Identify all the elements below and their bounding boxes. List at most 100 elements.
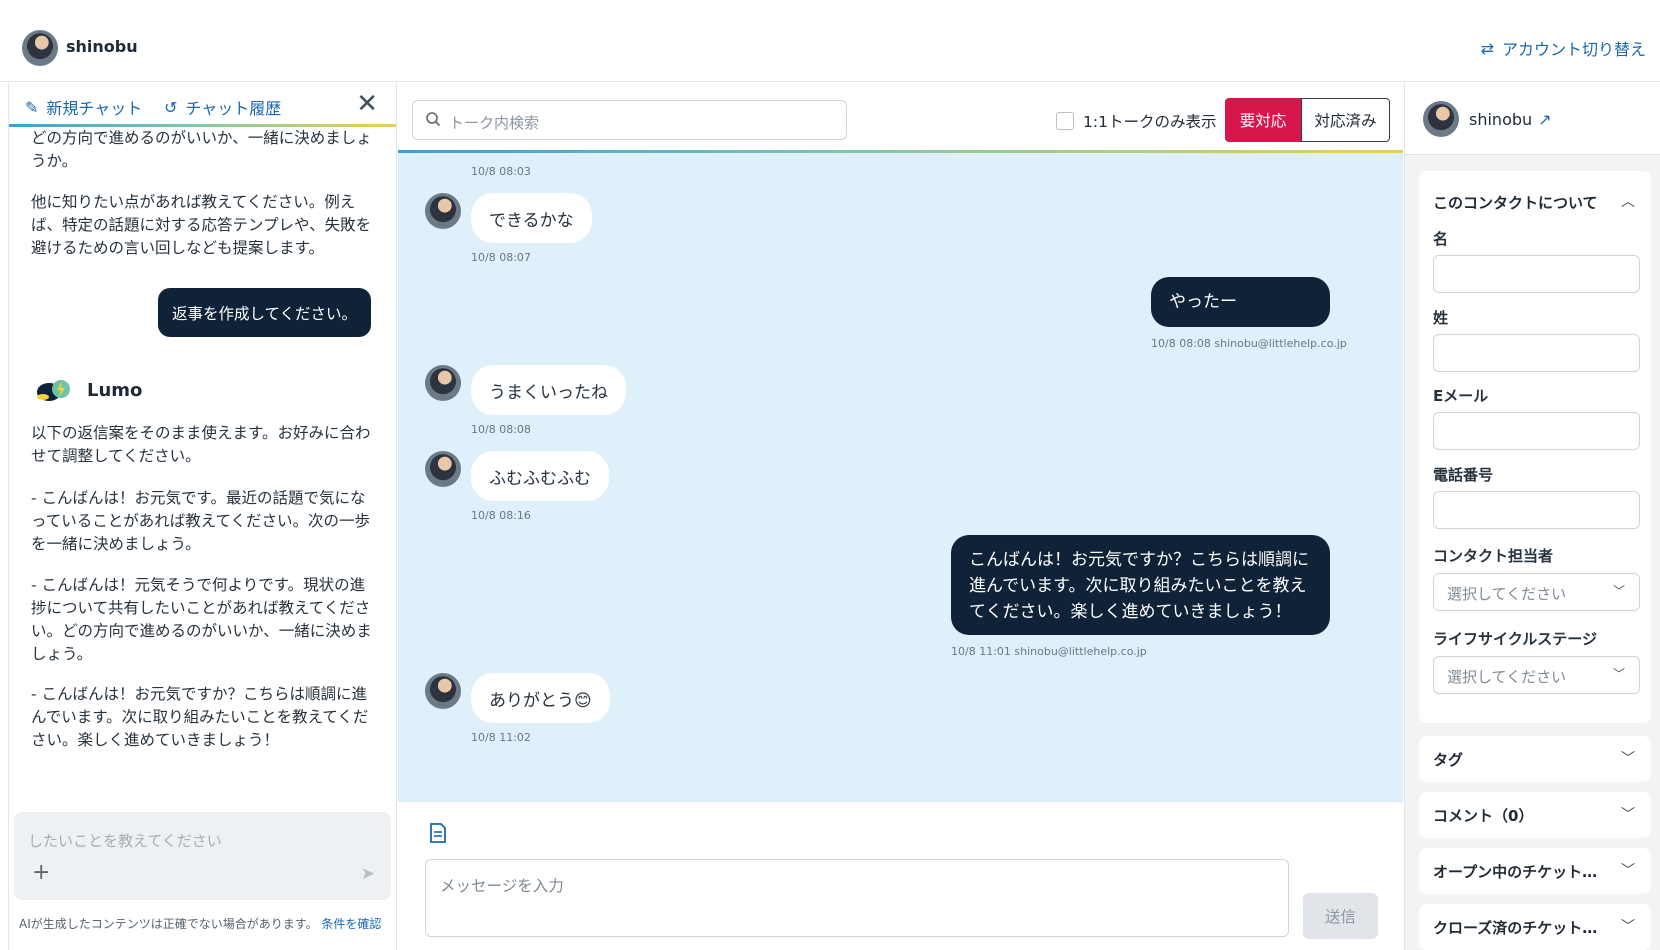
ai-message-text: 他に知りたい点があれば教えてください。例えば、特定の話題に対する応答テンプレや、…: [31, 193, 372, 257]
tags-title: タグ: [1433, 751, 1464, 769]
ai-reply-option: - こんばんは！お元気ですか？こちらは順調に進んでいます。次に取り組みたいことを…: [31, 685, 369, 749]
chevron-up-icon[interactable]: ︿: [1621, 191, 1635, 211]
closed-tickets-section[interactable]: クローズ済のチケット… ﹀: [1419, 904, 1651, 950]
message-timestamp: 10/8 08:08: [471, 423, 531, 436]
tab-new-chat[interactable]: ✎ 新規チャット: [25, 95, 142, 119]
message-placeholder: メッセージを入力: [440, 877, 564, 895]
contact-avatar: [425, 365, 461, 401]
chevron-down-icon: ﹀: [1612, 584, 1625, 598]
contact-avatar: [425, 451, 461, 487]
last-name-field[interactable]: [1433, 334, 1640, 372]
lifecycle-select[interactable]: 選択してください ﹀: [1433, 656, 1640, 694]
conversation-panel: トーク内検索 1:1トークのみ表示 要対応 対応済み 10/8 08:03 でき…: [398, 83, 1403, 950]
message-timestamp: 10/8 11:01 shinobu@littlehelp.co.jp: [951, 645, 1147, 658]
owner-select[interactable]: 選択してください ﹀: [1433, 573, 1640, 611]
tags-section[interactable]: タグ ﹀: [1419, 736, 1651, 782]
owner-label: コンタクト担当者: [1433, 547, 1554, 565]
ai-disclaimer: AIが生成したコンテンツは正確でない場合があります。 条件を確認: [19, 915, 381, 932]
message-timestamp: 10/8 11:02: [471, 731, 531, 744]
prompt-placeholder: したいことを教えてください: [28, 832, 222, 850]
history-icon: ↺: [164, 97, 178, 117]
terms-link[interactable]: 条件を確認: [321, 917, 381, 931]
document-icon[interactable]: [428, 822, 448, 844]
contact-panel: shinobu ↗ このコンタクトについて ︿ 名 姓 Eメール 電話番号 コン…: [1404, 83, 1660, 950]
email-field[interactable]: [1433, 412, 1640, 450]
assistant-conversation[interactable]: どの方向で進めるのがいいか、一緒に決めましょうか。 他に知りたい点があれば教えて…: [9, 127, 396, 892]
contact-avatar: [425, 193, 461, 229]
phone-label: 電話番号: [1433, 466, 1494, 484]
username: shinobu: [66, 37, 138, 56]
tab-chat-history-label: チャット履歴: [185, 99, 282, 118]
open-tickets-title: オープン中のチケット…: [1433, 863, 1598, 881]
chevron-down-icon: ﹀: [1612, 667, 1625, 681]
message-composer: メッセージを入力 送信: [398, 801, 1403, 950]
chevron-down-icon: ﹀: [1621, 807, 1635, 823]
switch-account-link[interactable]: ⇄ アカウント切り替え: [1481, 36, 1646, 60]
user-message-bubble: 返事を作成してください。: [158, 288, 371, 337]
search-icon: [426, 112, 441, 127]
ai-message-text: どの方向で進めるのがいいか、一緒に決めましょうか。: [31, 129, 372, 170]
owner-select-value: 選択してください: [1447, 585, 1567, 603]
comments-section[interactable]: コメント（0） ﹀: [1419, 792, 1651, 838]
open-tickets-section[interactable]: オープン中のチケット… ﹀: [1419, 848, 1651, 894]
assistant-tabs: ✎ 新規チャット ↺ チャット履歴 ✕: [9, 83, 396, 127]
lifecycle-label: ライフサイクルステージ: [1433, 630, 1597, 648]
ai-assistant-panel: ✎ 新規チャット ↺ チャット履歴 ✕ どの方向で進めるのがいいか、一緒に決めま…: [8, 83, 397, 950]
needs-action-button[interactable]: 要対応: [1225, 98, 1301, 142]
ai-reply-option: - こんばんは！元気そうで何よりです。現状の進捗について共有したいことがあれば教…: [31, 576, 372, 663]
conversation-toolbar: トーク内検索 1:1トークのみ表示 要対応 対応済み: [398, 83, 1403, 153]
message-timestamp: 10/8 08:16: [471, 509, 531, 522]
top-bar: shinobu ⇄ アカウント切り替え: [0, 0, 1660, 82]
ai-reply-intro: 以下の返信案をそのまま使えます。お好みに合わせて調整してください。: [31, 424, 371, 465]
outgoing-message: こんばんは！お元気ですか？こちらは順調に進んでいます。次に取り組みたいことを教え…: [951, 535, 1330, 635]
message-input[interactable]: メッセージを入力: [425, 859, 1289, 937]
send-button[interactable]: 送信: [1303, 893, 1378, 939]
close-icon[interactable]: ✕: [356, 89, 378, 119]
ai-reply-option: - こんばんは！お元気です。最近の話題で気になっていることがあれば教えてください…: [31, 489, 370, 553]
external-link-icon: ↗: [1538, 110, 1552, 129]
last-name-label: 姓: [1433, 309, 1449, 327]
contact-about-card: このコンタクトについて ︿ 名 姓 Eメール 電話番号 コンタクト担当者 選択し…: [1419, 171, 1651, 723]
bot-name: Lumo: [87, 379, 143, 401]
contact-name: shinobu: [1469, 110, 1533, 129]
message-timestamp: 10/8 08:08 shinobu@littlehelp.co.jp: [1151, 337, 1347, 350]
user-avatar[interactable]: [22, 30, 58, 66]
phone-field[interactable]: [1433, 491, 1640, 529]
incoming-message: ありがとう😊: [471, 673, 610, 723]
contact-header: shinobu ↗: [1405, 83, 1660, 155]
email-label: Eメール: [1433, 387, 1489, 405]
about-title[interactable]: このコンタクトについて: [1433, 192, 1598, 213]
search-placeholder: トーク内検索: [449, 114, 540, 132]
assistant-prompt-input[interactable]: したいことを教えてください + ➤: [14, 812, 391, 900]
only-1to1-label: 1:1トークのみ表示: [1083, 113, 1217, 131]
message-list[interactable]: 10/8 08:03 できるかな 10/8 08:07 やったー 10/8 08…: [398, 153, 1403, 801]
send-icon[interactable]: ➤: [361, 864, 375, 884]
edit-icon: ✎: [25, 97, 39, 117]
incoming-message: うまくいったね: [471, 365, 626, 415]
message-timestamp: 10/8 08:03: [471, 165, 531, 178]
switch-icon: ⇄: [1480, 38, 1494, 58]
chevron-down-icon: ﹀: [1621, 919, 1635, 935]
tab-chat-history[interactable]: ↺ チャット履歴: [164, 95, 281, 119]
first-name-label: 名: [1433, 230, 1449, 248]
outgoing-message: やったー: [1151, 277, 1330, 327]
talk-search-input[interactable]: トーク内検索: [412, 100, 847, 140]
chevron-down-icon: ﹀: [1621, 863, 1635, 879]
only-1to1-checkbox[interactable]: [1056, 112, 1074, 130]
first-name-field[interactable]: [1433, 255, 1640, 293]
incoming-message: ふむふむふむ: [471, 451, 609, 501]
tab-new-chat-label: 新規チャット: [46, 99, 143, 118]
contact-avatar: [1423, 101, 1459, 137]
comments-title: コメント（0）: [1433, 807, 1534, 825]
only-1to1-toggle[interactable]: 1:1トークのみ表示: [1056, 110, 1216, 132]
contact-name-link[interactable]: shinobu ↗: [1469, 110, 1552, 129]
switch-account-label: アカウント切り替え: [1501, 40, 1646, 59]
incoming-message: できるかな: [471, 193, 592, 243]
chevron-down-icon: ﹀: [1621, 751, 1635, 767]
bot-header: Lumo: [35, 377, 142, 403]
contact-avatar: [425, 673, 461, 709]
closed-tickets-title: クローズ済のチケット…: [1433, 919, 1598, 937]
done-button[interactable]: 対応済み: [1301, 98, 1390, 142]
plus-icon[interactable]: +: [32, 860, 50, 885]
message-timestamp: 10/8 08:07: [471, 251, 531, 264]
